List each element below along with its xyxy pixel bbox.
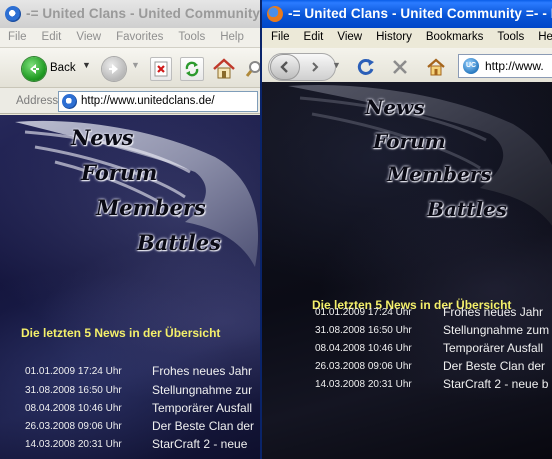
news-title-link[interactable]: StarCraft 2 - neue b [443, 377, 548, 391]
ff-page-content: News Forum Members Battles Die letzten 5… [262, 82, 552, 459]
news-title-link[interactable]: Stellungnahme zum [443, 323, 549, 337]
ie-address-field[interactable]: http://www.unitedclans.de/ [58, 91, 258, 112]
site-nav-forum[interactable]: Forum [373, 129, 446, 153]
site-nav-news[interactable]: News [71, 125, 133, 150]
ff-window-title: -= United Clans - United Community =- - … [288, 6, 552, 21]
ff-title-bar[interactable]: -= United Clans - United Community =- - … [262, 0, 552, 28]
site-favicon-icon: UC [463, 58, 479, 74]
ie-page-content: News Forum Members Battles Die letzten 5… [0, 115, 262, 459]
news-title-link[interactable]: StarCraft 2 - neue [152, 437, 247, 451]
refresh-icon [185, 61, 199, 77]
news-title-link[interactable]: Frohes neues Jahr [152, 364, 252, 378]
news-title-link[interactable]: Stellungnahme zur [152, 383, 252, 397]
news-date: 31.08.2008 16:50 Uhr [25, 385, 122, 396]
home-icon [427, 58, 445, 76]
ie-logo-icon [5, 6, 21, 22]
ff-home-button[interactable] [424, 55, 448, 79]
news-title-link[interactable]: Temporärer Ausfall [152, 401, 252, 415]
news-title-link[interactable]: Temporärer Ausfall [443, 341, 543, 355]
news-date: 14.03.2008 20:31 Uhr [315, 379, 412, 390]
ie-address-label: Address [16, 95, 59, 107]
ff-menu-help[interactable]: Help [529, 28, 552, 43]
site-nav-forum[interactable]: Forum [81, 160, 157, 185]
ie-browser-window: -= United Clans - United Community File E… [0, 0, 262, 459]
ff-url-field[interactable]: UC http://www. [458, 54, 552, 78]
ff-menu-tools[interactable]: Tools [488, 28, 529, 43]
site-nav-members[interactable]: Members [387, 162, 492, 186]
ff-menu-history[interactable]: History [367, 28, 417, 43]
news-date: 31.08.2008 16:50 Uhr [315, 325, 412, 336]
back-arrow-icon [280, 61, 288, 73]
ie-forward-button[interactable] [102, 57, 126, 81]
ff-menu-file[interactable]: File [262, 28, 295, 43]
ie-back-button[interactable] [22, 57, 46, 81]
ie-stop-button[interactable] [150, 57, 172, 81]
forward-arrow-icon [312, 62, 319, 72]
ff-menu-view[interactable]: View [328, 28, 367, 43]
news-date: 08.04.2008 10:46 Uhr [315, 343, 412, 354]
news-heading: Die letzten 5 News in der Übersicht [21, 326, 221, 340]
site-nav-battles[interactable]: Battles [137, 230, 221, 255]
firefox-browser-window: -= United Clans - United Community =- - … [260, 0, 552, 459]
site-nav-battles[interactable]: Battles [427, 197, 507, 221]
news-title-link[interactable]: Frohes neues Jahr [443, 305, 543, 319]
stop-icon [154, 61, 168, 77]
site-nav-news[interactable]: News [365, 95, 424, 119]
news-date: 08.04.2008 10:46 Uhr [25, 403, 122, 414]
ff-back-button[interactable] [270, 54, 300, 80]
firefox-logo-icon [267, 6, 283, 22]
ie-menu-tools[interactable]: Tools [170, 28, 212, 43]
chevron-down-icon[interactable]: ▼ [82, 60, 91, 70]
news-date: 01.01.2009 17:24 Uhr [315, 307, 412, 318]
ie-menu-edit[interactable]: Edit [34, 28, 69, 43]
ie-home-button[interactable] [210, 56, 238, 82]
ie-menu-favorites[interactable]: Favorites [108, 28, 170, 43]
chevron-down-icon[interactable]: ▼ [332, 60, 341, 70]
home-icon [213, 58, 235, 79]
ff-forward-button[interactable] [304, 57, 326, 77]
ff-reload-button[interactable] [354, 55, 378, 79]
ie-refresh-button[interactable] [180, 57, 204, 81]
news-date: 26.03.2008 09:06 Uhr [25, 421, 122, 432]
news-date: 26.03.2008 09:06 Uhr [315, 361, 412, 372]
ff-url-text[interactable]: http://www. [485, 59, 544, 73]
ff-stop-button[interactable] [388, 55, 412, 79]
news-date: 01.01.2009 17:24 Uhr [25, 366, 122, 377]
page-icon [62, 94, 77, 109]
stop-icon [393, 60, 407, 74]
ie-menu-view[interactable]: View [68, 28, 108, 43]
ie-back-label[interactable]: Back [50, 62, 76, 74]
news-date: 14.03.2008 20:31 Uhr [25, 439, 122, 450]
chevron-down-icon[interactable]: ▼ [131, 60, 140, 70]
ie-menu-help[interactable]: Help [212, 28, 251, 43]
ff-menu-bar: FileEditViewHistoryBookmarksToolsHelp [262, 28, 552, 48]
refresh-icon [357, 58, 374, 75]
news-title-link[interactable]: Der Beste Clan der [443, 359, 545, 373]
ie-title-bar[interactable]: -= United Clans - United Community [0, 0, 262, 28]
ff-menu-edit[interactable]: Edit [295, 28, 329, 43]
site-nav-members[interactable]: Members [96, 195, 206, 220]
ie-url-text[interactable]: http://www.unitedclans.de/ [81, 95, 215, 107]
news-title-link[interactable]: Der Beste Clan der [152, 419, 254, 433]
back-arrow-icon [30, 64, 39, 74]
ie-menu-file[interactable]: File [0, 28, 34, 43]
ff-menu-bookmarks[interactable]: Bookmarks [417, 28, 489, 43]
ie-menu-bar: File Edit View Favorites Tools Help [0, 28, 262, 48]
ie-window-title: -= United Clans - United Community [26, 6, 261, 21]
forward-arrow-icon [109, 64, 118, 74]
